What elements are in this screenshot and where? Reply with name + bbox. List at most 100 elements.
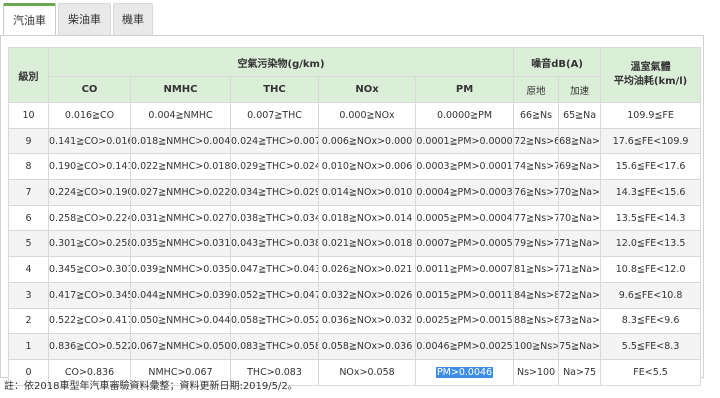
- cell-fuel-economy: 13.5≦FE<14.3: [600, 204, 702, 232]
- cell-nmhc: 0.044≧NMHC>0.039: [130, 281, 231, 309]
- vehicle-type-tabs: 汽油車 柴油車 機車: [0, 0, 720, 36]
- cell-level: 3: [8, 281, 49, 309]
- cell-nox: 0.000≧NOx: [318, 102, 416, 129]
- cell-thc: 0.043≧THC>0.038: [230, 230, 319, 258]
- cell-thc: 0.024≧THC>0.007: [230, 127, 319, 155]
- cell-co: 0.836≧CO>0.522: [48, 333, 131, 360]
- header-level: 級別: [8, 47, 49, 103]
- cell-noise-accel: 71≧Na>70: [558, 230, 602, 258]
- cell-nox: 0.032≧NOx>0.026: [318, 281, 416, 309]
- cell-nmhc: 0.022≧NMHC>0.018: [130, 153, 231, 181]
- cell-noise-idle: 72≧Ns>66: [513, 127, 560, 155]
- cell-pm: PM>0.0046: [414, 358, 515, 386]
- cell-co: 0.258≧CO>0.224: [48, 204, 131, 232]
- table-row: 5 0.301≧CO>0.258 0.035≧NMHC>0.031 0.043≧…: [8, 230, 702, 258]
- tab-diesel[interactable]: 柴油車: [58, 3, 111, 36]
- footnote: 註：依2018車型年汽車審驗資料彙整；資料更新日期:2019/5/2。: [4, 381, 298, 392]
- cell-pm: 0.0011≧PM>0.0007: [414, 256, 515, 283]
- cell-thc: 0.058≧THC>0.052: [230, 307, 319, 335]
- header-noise-accel: 加速: [558, 76, 602, 103]
- cell-noise-accel: 65≧Na: [558, 102, 602, 129]
- cell-nmhc: 0.035≧NMHC>0.031: [130, 230, 231, 258]
- cell-co: 0.224≧CO>0.190: [48, 179, 131, 206]
- cell-thc: 0.007≧THC: [230, 102, 319, 129]
- cell-noise-idle: 74≧Ns>72: [513, 153, 560, 181]
- table-row: 2 0.522≧CO>0.417 0.050≧NMHC>0.044 0.058≧…: [8, 307, 702, 335]
- table-row: 10 0.016≧CO 0.004≧NMHC 0.007≧THC 0.000≧N…: [8, 102, 702, 129]
- cell-level: 4: [8, 256, 49, 283]
- cell-nox: 0.006≧NOx>0.000: [318, 127, 416, 155]
- header-air-pollutants: 空氣污染物(g/km): [47, 47, 515, 77]
- cell-fuel-economy: 109.9≦FE: [600, 102, 702, 129]
- header-nmhc: NMHC: [130, 76, 231, 103]
- cell-nmhc: 0.067≧NMHC>0.050: [130, 333, 231, 360]
- tab-motorcycle[interactable]: 機車: [113, 3, 153, 36]
- cell-noise-accel: 72≧Na>71: [558, 281, 602, 309]
- cell-thc: 0.052≧THC>0.047: [230, 281, 319, 309]
- cell-pm: 0.0007≧PM>0.0005: [414, 230, 515, 258]
- cell-nox: 0.058≧NOx>0.036: [318, 333, 416, 360]
- header-noise-idle: 原地: [513, 76, 560, 103]
- cell-co: 0.190≧CO>0.141: [48, 153, 131, 181]
- cell-level: 1: [8, 333, 49, 360]
- cell-nox: 0.018≧NOx>0.014: [318, 204, 416, 232]
- cell-thc: 0.029≧THC>0.024: [230, 153, 319, 181]
- header-thc: THC: [230, 76, 319, 103]
- cell-co: 0.141≧CO>0.016: [48, 127, 131, 155]
- cell-fuel-economy: 8.3≦FE<9.6: [600, 307, 702, 335]
- cell-pm: 0.0004≧PM>0.0003: [414, 179, 515, 206]
- cell-noise-accel: 71≧Na>70: [558, 256, 602, 283]
- cell-thc: 0.047≧THC>0.043: [230, 256, 319, 283]
- cell-fuel-economy: 10.8≦FE<12.0: [600, 256, 702, 283]
- cell-noise-idle: 84≧Ns>81: [513, 281, 560, 309]
- header-pm: PM: [414, 76, 515, 103]
- cell-noise-accel: 73≧Na>72: [558, 307, 602, 335]
- cell-co: 0.301≧CO>0.258: [48, 230, 131, 258]
- cell-noise-accel: 68≧Na>65: [558, 127, 602, 155]
- cell-co: 0.522≧CO>0.417: [48, 307, 131, 335]
- cell-pm: 0.0003≧PM>0.0001: [414, 153, 515, 181]
- cell-nox: 0.021≧NOx>0.018: [318, 230, 416, 258]
- table-row: 7 0.224≧CO>0.190 0.027≧NMHC>0.022 0.034≧…: [8, 179, 702, 206]
- cell-level: 9: [8, 127, 49, 155]
- cell-co: 0.016≧CO: [48, 102, 131, 129]
- cell-fuel-economy: 5.5≦FE<8.3: [600, 333, 702, 360]
- cell-pm: 0.0015≧PM>0.0011: [414, 281, 515, 309]
- cell-level: 8: [8, 153, 49, 181]
- tab-gasoline[interactable]: 汽油車: [3, 3, 56, 36]
- cell-nmhc: 0.004≧NMHC: [130, 102, 231, 129]
- cell-pm: 0.0001≧PM>0.0000: [414, 127, 515, 155]
- cell-noise-idle: 79≧Ns>77: [513, 230, 560, 258]
- cell-thc: 0.034≧THC>0.029: [230, 179, 319, 206]
- cell-noise-accel: Na>75: [558, 358, 602, 386]
- selected-text-highlight[interactable]: PM>0.0046: [435, 366, 494, 378]
- cell-noise-idle: 76≧Ns>74: [513, 179, 560, 206]
- cell-nmhc: 0.027≧NMHC>0.022: [130, 179, 231, 206]
- cell-noise-idle: 81≧Ns>79: [513, 256, 560, 283]
- cell-nox: 0.010≧NOx>0.006: [318, 153, 416, 181]
- cell-fuel-economy: 9.6≦FE<10.8: [600, 281, 702, 309]
- cell-fuel-economy: 14.3≦FE<15.6: [600, 179, 702, 206]
- cell-noise-idle: 100≧Ns>88: [513, 333, 560, 360]
- cell-nox: NOx>0.058: [318, 358, 416, 386]
- cell-co: 0.417≧CO>0.345: [48, 281, 131, 309]
- cell-pm: 0.0046≧PM>0.0025: [414, 333, 515, 360]
- cell-level: 5: [8, 230, 49, 258]
- cell-nmhc: 0.050≧NMHC>0.044: [130, 307, 231, 335]
- cell-nmhc: 0.031≧NMHC>0.027: [130, 204, 231, 232]
- cell-nmhc: 0.018≧NMHC>0.004: [130, 127, 231, 155]
- cell-pm: 0.0000≧PM: [414, 102, 515, 129]
- cell-fuel-economy: 12.0≦FE<13.5: [600, 230, 702, 258]
- header-noise: 噪音dB(A): [513, 47, 602, 77]
- cell-fuel-economy: 15.6≦FE<17.6: [600, 153, 702, 181]
- header-nox: NOx: [318, 76, 416, 103]
- cell-noise-accel: 70≧Na>69: [558, 179, 602, 206]
- cell-level: 7: [8, 179, 49, 206]
- cell-fuel-economy: FE<5.5: [600, 358, 702, 386]
- cell-noise-accel: 70≧Na>69: [558, 204, 602, 232]
- table-row: 9 0.141≧CO>0.016 0.018≧NMHC>0.004 0.024≧…: [8, 127, 702, 155]
- cell-noise-accel: 75≧Na>73: [558, 333, 602, 360]
- cell-pm: 0.0025≧PM>0.0015: [414, 307, 515, 335]
- table-row: 1 0.836≧CO>0.522 0.067≧NMHC>0.050 0.083≧…: [8, 333, 702, 360]
- cell-noise-idle: 88≧Ns>84: [513, 307, 560, 335]
